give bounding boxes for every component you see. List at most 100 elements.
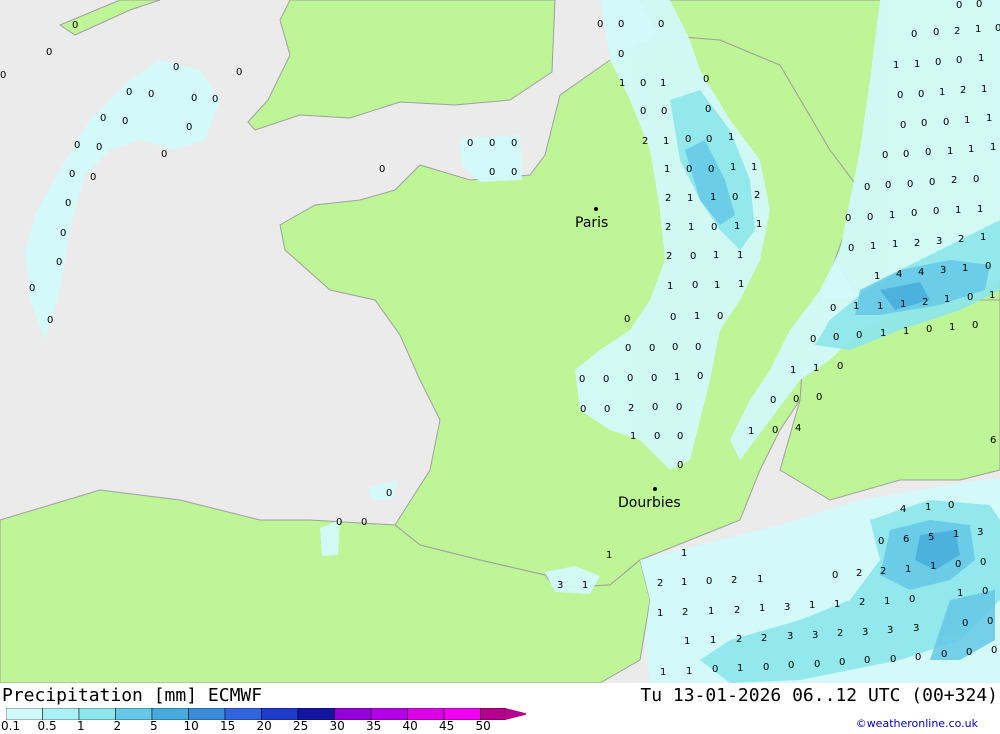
legend-label: 15 bbox=[220, 719, 236, 733]
precip-value: 2 bbox=[666, 251, 672, 262]
precip-value: 1 bbox=[630, 431, 636, 442]
credit-link[interactable]: ©weatheronline.co.uk bbox=[856, 717, 978, 730]
precip-value: 3 bbox=[940, 265, 946, 276]
precip-value: 0 bbox=[732, 192, 738, 203]
precip-value: 0 bbox=[379, 164, 385, 175]
city-marker-dourbies bbox=[653, 487, 657, 491]
precip-value: 2 bbox=[657, 578, 663, 589]
precip-value: 1 bbox=[884, 596, 890, 607]
precip-value: 1 bbox=[953, 529, 959, 540]
precip-value: 0 bbox=[885, 180, 891, 191]
precip-value: 0 bbox=[672, 342, 678, 353]
precip-value: 0 bbox=[991, 645, 997, 656]
precip-value: 0 bbox=[878, 536, 884, 547]
legend-label: 0.5 bbox=[37, 719, 57, 733]
precip-value: 0 bbox=[909, 594, 915, 605]
precip-value: 1 bbox=[759, 603, 765, 614]
legend-label: 20 bbox=[256, 719, 272, 733]
precip-value: 0 bbox=[864, 182, 870, 193]
precip-value: 0 bbox=[579, 374, 585, 385]
precip-value: 1 bbox=[714, 280, 720, 291]
precip-value: 3 bbox=[787, 631, 793, 642]
precip-value: 0 bbox=[336, 517, 342, 528]
precip-value: 0 bbox=[0, 70, 6, 81]
precip-value: 0 bbox=[703, 74, 709, 85]
precip-value: 0 bbox=[697, 371, 703, 382]
precip-value: 0 bbox=[69, 169, 75, 180]
precip-value: 1 bbox=[962, 263, 968, 274]
precip-value: 0 bbox=[511, 138, 517, 149]
precip-value: 2 bbox=[731, 575, 737, 586]
precip-value: 0 bbox=[882, 150, 888, 161]
precip-value: 0 bbox=[658, 19, 664, 30]
precip-value: 1 bbox=[606, 550, 612, 561]
run-info: Tu 13-01-2026 06..12 UTC (00+324) bbox=[640, 685, 998, 706]
precip-value: 0 bbox=[911, 208, 917, 219]
precip-value: 1 bbox=[853, 301, 859, 312]
precip-value: 0 bbox=[173, 62, 179, 73]
precip-value: 1 bbox=[734, 221, 740, 232]
precip-value: 0 bbox=[926, 324, 932, 335]
precip-value: 1 bbox=[949, 322, 955, 333]
precip-value: 0 bbox=[814, 659, 820, 670]
legend-label: 10 bbox=[183, 719, 199, 733]
precip-value: 0 bbox=[867, 212, 873, 223]
precip-value: 0 bbox=[47, 315, 53, 326]
precip-value: 1 bbox=[674, 372, 680, 383]
precip-value: 1 bbox=[737, 250, 743, 261]
precip-value: 2 bbox=[665, 222, 671, 233]
precip-value: 0 bbox=[890, 654, 896, 665]
precip-value: 0 bbox=[618, 49, 624, 60]
precip-value: 1 bbox=[989, 290, 995, 301]
precip-value: 0 bbox=[677, 460, 683, 471]
precip-value: 0 bbox=[652, 402, 658, 413]
map-footer: Precipitation [mm] ECMWF Tu 13-01-2026 0… bbox=[0, 683, 1000, 733]
precip-value: 1 bbox=[657, 608, 663, 619]
precip-value: 0 bbox=[793, 394, 799, 405]
precip-value: 0 bbox=[717, 311, 723, 322]
precip-value: 2 bbox=[754, 190, 760, 201]
precip-value: 1 bbox=[905, 564, 911, 575]
precip-value: 2 bbox=[734, 605, 740, 616]
precip-value: 2 bbox=[880, 566, 886, 577]
precip-value: 0 bbox=[692, 280, 698, 291]
precip-value: 0 bbox=[976, 0, 982, 10]
precip-value: 0 bbox=[597, 19, 603, 30]
legend-label: 35 bbox=[366, 719, 382, 733]
precip-value: 0 bbox=[911, 29, 917, 40]
precip-value: 1 bbox=[660, 667, 666, 678]
precip-value: 0 bbox=[962, 618, 968, 629]
precip-value: 0 bbox=[489, 167, 495, 178]
precip-value: 0 bbox=[848, 243, 854, 254]
precip-value: 3 bbox=[977, 527, 983, 538]
precip-value: 1 bbox=[889, 210, 895, 221]
precip-value: 1 bbox=[964, 115, 970, 126]
precip-value: 0 bbox=[96, 142, 102, 153]
precip-value: 0 bbox=[661, 106, 667, 117]
legend-label: 5 bbox=[150, 719, 158, 733]
precip-value: 3 bbox=[887, 625, 893, 636]
precip-value: 0 bbox=[987, 616, 993, 627]
precip-value: 0 bbox=[941, 649, 947, 660]
precip-value: 2 bbox=[682, 607, 688, 618]
precip-value: 1 bbox=[986, 113, 992, 124]
precip-value: 0 bbox=[56, 257, 62, 268]
precip-value: 0 bbox=[839, 657, 845, 668]
precip-value: 0 bbox=[956, 55, 962, 66]
precip-value: 0 bbox=[935, 57, 941, 68]
precip-value: 1 bbox=[903, 326, 909, 337]
precip-value: 0 bbox=[772, 425, 778, 436]
precip-value: 3 bbox=[557, 580, 563, 591]
precip-value: 0 bbox=[900, 120, 906, 131]
precip-value: 0 bbox=[122, 116, 128, 127]
precip-value: 0 bbox=[980, 557, 986, 568]
precip-value: 2 bbox=[628, 403, 634, 414]
precip-value: 1 bbox=[870, 241, 876, 252]
precip-value: 0 bbox=[624, 314, 630, 325]
precip-value: 1 bbox=[713, 250, 719, 261]
precip-value: 1 bbox=[710, 192, 716, 203]
precip-value: 0 bbox=[921, 118, 927, 129]
precip-value: 0 bbox=[651, 373, 657, 384]
precip-value: 0 bbox=[918, 89, 924, 100]
precip-value: 0 bbox=[837, 361, 843, 372]
